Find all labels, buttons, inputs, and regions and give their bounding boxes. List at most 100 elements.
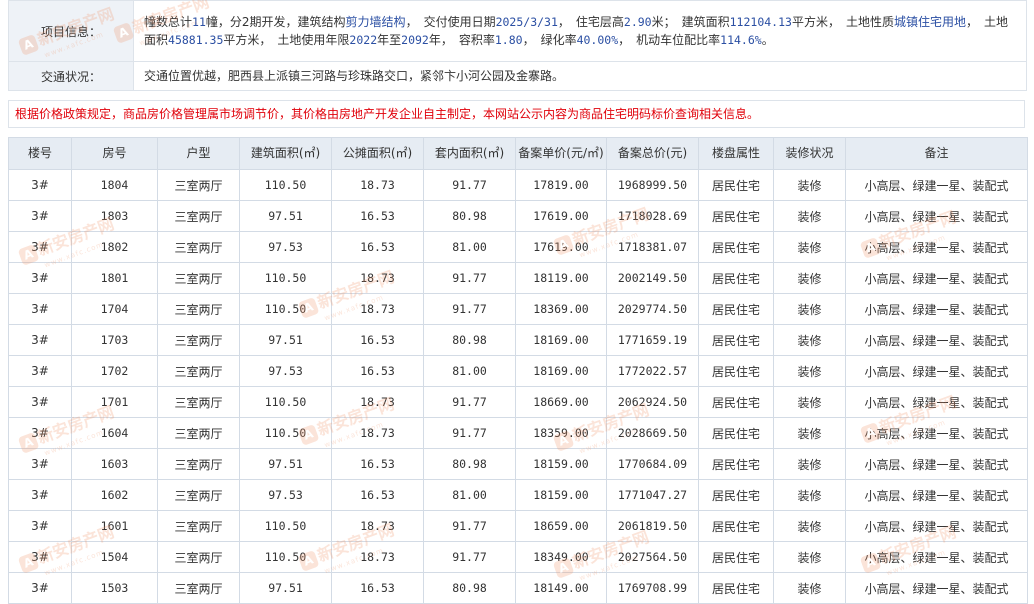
structure-value: 剪力墙结构 [345, 15, 406, 29]
cell-building-area: 97.53 [239, 479, 332, 511]
cell-unit-price: 18669.00 [515, 386, 607, 418]
cell-total-price: 1718381.07 [606, 231, 699, 263]
table-row: 3# 1702 三室两厅 97.53 16.53 81.00 18169.00 1772022… [8, 355, 1028, 387]
cell-building-area: 97.53 [239, 355, 332, 387]
cell-building-no: 3# [8, 169, 72, 201]
cell-property-type: 居民住宅 [698, 572, 774, 604]
cell-unit-price: 18369.00 [515, 293, 607, 325]
cell-inner-area: 81.00 [423, 479, 516, 511]
cell-inner-area: 91.77 [423, 510, 516, 542]
cell-inner-area: 91.77 [423, 417, 516, 449]
cell-remarks: 小高层、绿建一星、装配式 [845, 231, 1028, 263]
cell-shared-area: 18.73 [331, 417, 424, 449]
cell-room-no: 1703 [71, 324, 158, 356]
col-header-remarks: 备注 [845, 137, 1028, 170]
cell-inner-area: 80.98 [423, 324, 516, 356]
cell-remarks: 小高层、绿建一星、装配式 [845, 417, 1028, 449]
land-term-mid: 年至 [377, 33, 402, 47]
cell-total-price: 2002149.50 [606, 262, 699, 294]
price-list-table: 楼号 房号 户型 建筑面积(㎡) 公摊面积(㎡) 套内面积(㎡) 备案单价(元/… [8, 137, 1028, 604]
cell-property-type: 居民住宅 [698, 386, 774, 418]
traffic-label: 交通状况： [8, 61, 134, 91]
cell-building-no: 3# [8, 417, 72, 449]
cell-layout: 三室两厅 [157, 479, 240, 511]
land-nature-value: 城镇住宅用地 [893, 15, 966, 29]
table-row: 3# 1802 三室两厅 97.53 16.53 81.00 17619.00 1718381… [8, 231, 1028, 263]
cell-remarks: 小高层、绿建一星、装配式 [845, 386, 1028, 418]
cell-property-type: 居民住宅 [698, 448, 774, 480]
cell-layout: 三室两厅 [157, 355, 240, 387]
cell-unit-price: 18159.00 [515, 448, 607, 480]
cell-inner-area: 91.77 [423, 541, 516, 573]
delivery-date: 2025/3/31 [495, 15, 558, 29]
building-area-value: 112104.13 [729, 15, 792, 29]
table-row: 3# 1804 三室两厅 110.50 18.73 91.77 17819.00 196899… [8, 169, 1028, 201]
cell-layout: 三室两厅 [157, 417, 240, 449]
cell-unit-price: 18119.00 [515, 262, 607, 294]
cell-shared-area: 16.53 [331, 200, 424, 232]
cell-building-area: 97.51 [239, 324, 332, 356]
cell-room-no: 1603 [71, 448, 158, 480]
project-info-label: 项目信息： [8, 0, 134, 62]
plot-ratio-value: 1.80 [494, 33, 523, 47]
cell-room-no: 1604 [71, 417, 158, 449]
cell-shared-area: 18.73 [331, 262, 424, 294]
buildings-count: 11 [192, 15, 206, 29]
cell-total-price: 1772022.57 [606, 355, 699, 387]
cell-remarks: 小高层、绿建一星、装配式 [845, 448, 1028, 480]
cell-building-no: 3# [8, 386, 72, 418]
cell-layout: 三室两厅 [157, 293, 240, 325]
land-area-suffix: 平方米， 土地使用年限 [223, 33, 350, 47]
cell-inner-area: 91.77 [423, 386, 516, 418]
cell-decoration: 装修 [773, 479, 846, 511]
cell-layout: 三室两厅 [157, 572, 240, 604]
cell-total-price: 2028669.50 [606, 417, 699, 449]
cell-property-type: 居民住宅 [698, 262, 774, 294]
cell-building-area: 110.50 [239, 169, 332, 201]
cell-total-price: 1771047.27 [606, 479, 699, 511]
cell-inner-area: 80.98 [423, 200, 516, 232]
cell-building-no: 3# [8, 293, 72, 325]
project-info-table: 项目信息： 幢数总计11幢，分2期开发，建筑结构剪力墙结构， 交付使用日期202… [8, 0, 1027, 91]
table-row: 3# 1704 三室两厅 110.50 18.73 91.77 18369.00 202977… [8, 293, 1028, 325]
col-header-layout: 户型 [157, 137, 240, 170]
cell-remarks: 小高层、绿建一星、装配式 [845, 541, 1028, 573]
cell-building-area: 110.50 [239, 293, 332, 325]
cell-shared-area: 18.73 [331, 169, 424, 201]
cell-building-area: 97.51 [239, 200, 332, 232]
cell-remarks: 小高层、绿建一星、装配式 [845, 510, 1028, 542]
cell-inner-area: 81.00 [423, 231, 516, 263]
table-row: 3# 1504 三室两厅 110.50 18.73 91.77 18349.00 202756… [8, 541, 1028, 573]
cell-building-no: 3# [8, 510, 72, 542]
land-term-start: 2022 [349, 33, 378, 47]
green-rate-value: 40.00% [576, 33, 619, 47]
cell-building-area: 110.50 [239, 417, 332, 449]
cell-unit-price: 18169.00 [515, 355, 607, 387]
cell-building-area: 110.50 [239, 262, 332, 294]
table-row: 3# 1601 三室两厅 110.50 18.73 91.77 18659.00 206181… [8, 510, 1028, 542]
cell-layout: 三室两厅 [157, 169, 240, 201]
floor-height-prefix: ， 住宅层高 [557, 15, 624, 29]
land-area-value: 45881.35 [168, 33, 224, 47]
cell-unit-price: 18169.00 [515, 324, 607, 356]
cell-inner-area: 91.77 [423, 293, 516, 325]
cell-room-no: 1803 [71, 200, 158, 232]
cell-unit-price: 18359.00 [515, 417, 607, 449]
cell-room-no: 1802 [71, 231, 158, 263]
cell-inner-area: 91.77 [423, 262, 516, 294]
buildings-suffix: 幢 [205, 15, 218, 29]
info-end: 。 [761, 33, 774, 47]
cell-building-area: 110.50 [239, 510, 332, 542]
cell-decoration: 装修 [773, 541, 846, 573]
cell-total-price: 2029774.50 [606, 293, 699, 325]
cell-inner-area: 80.98 [423, 448, 516, 480]
cell-property-type: 居民住宅 [698, 417, 774, 449]
cell-decoration: 装修 [773, 355, 846, 387]
floor-height-suffix: 米； 建筑面积 [651, 15, 730, 29]
cell-building-no: 3# [8, 231, 72, 263]
cell-decoration: 装修 [773, 386, 846, 418]
cell-decoration: 装修 [773, 417, 846, 449]
cell-shared-area: 16.53 [331, 479, 424, 511]
cell-decoration: 装修 [773, 169, 846, 201]
cell-decoration: 装修 [773, 572, 846, 604]
